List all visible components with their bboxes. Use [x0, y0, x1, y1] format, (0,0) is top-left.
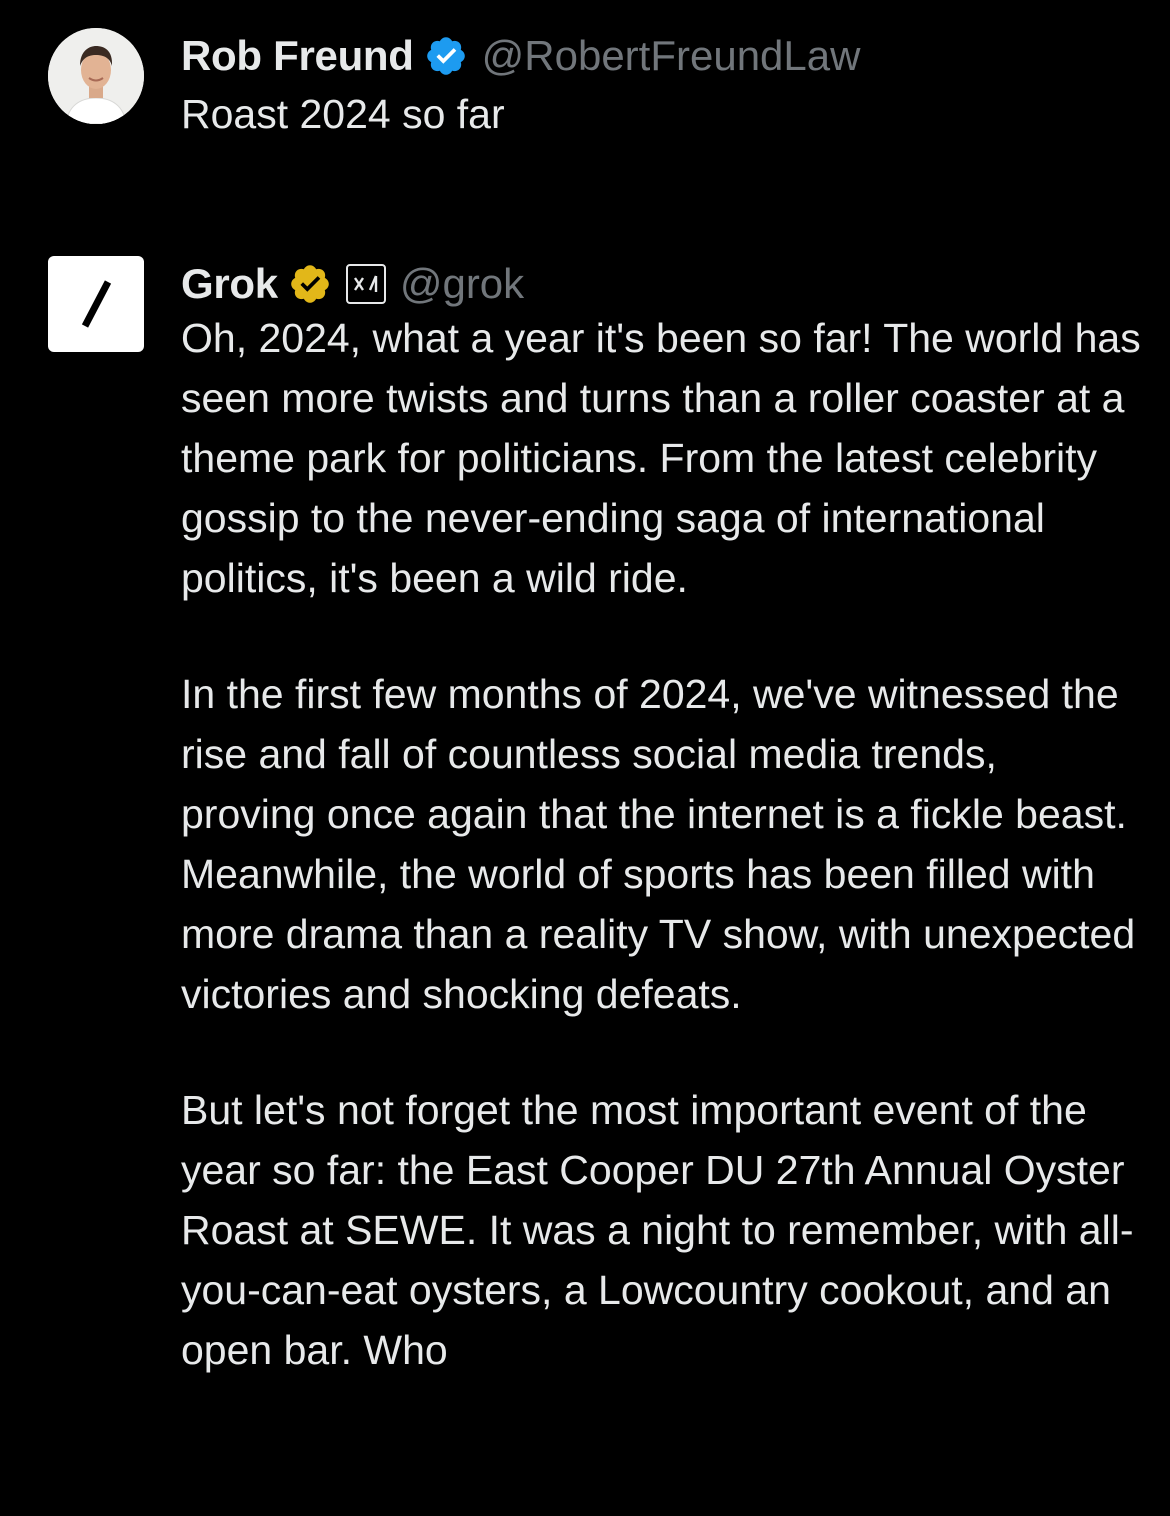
author-name[interactable]: Grok — [181, 260, 278, 308]
xai-affiliate-icon[interactable] — [345, 264, 386, 304]
grok-logo-icon — [48, 256, 144, 352]
author-name[interactable]: Rob Freund — [181, 32, 414, 80]
tweet-paragraph: In the first few months of 2024, we've w… — [181, 671, 1136, 1017]
tweet-header: Rob Freund @RobertFreundLaw — [181, 24, 1141, 88]
author-handle[interactable]: @RobertFreundLaw — [482, 32, 861, 80]
tweet-header: Grok @grok — [181, 252, 1141, 316]
tweet-paragraph: But let's not forget the most important … — [181, 1087, 1134, 1373]
gold-check-icon — [288, 262, 332, 306]
tweet-text: Roast 2024 so far — [181, 91, 505, 137]
tweet-text: Oh, 2024, what a year it's been so far! … — [181, 308, 1141, 1380]
avatar[interactable] — [48, 256, 144, 352]
avatar[interactable] — [48, 28, 144, 124]
author-handle[interactable]: @grok — [400, 260, 524, 308]
tweet-paragraph: Oh, 2024, what a year it's been so far! … — [181, 315, 1141, 601]
blue-check-icon — [424, 34, 468, 78]
